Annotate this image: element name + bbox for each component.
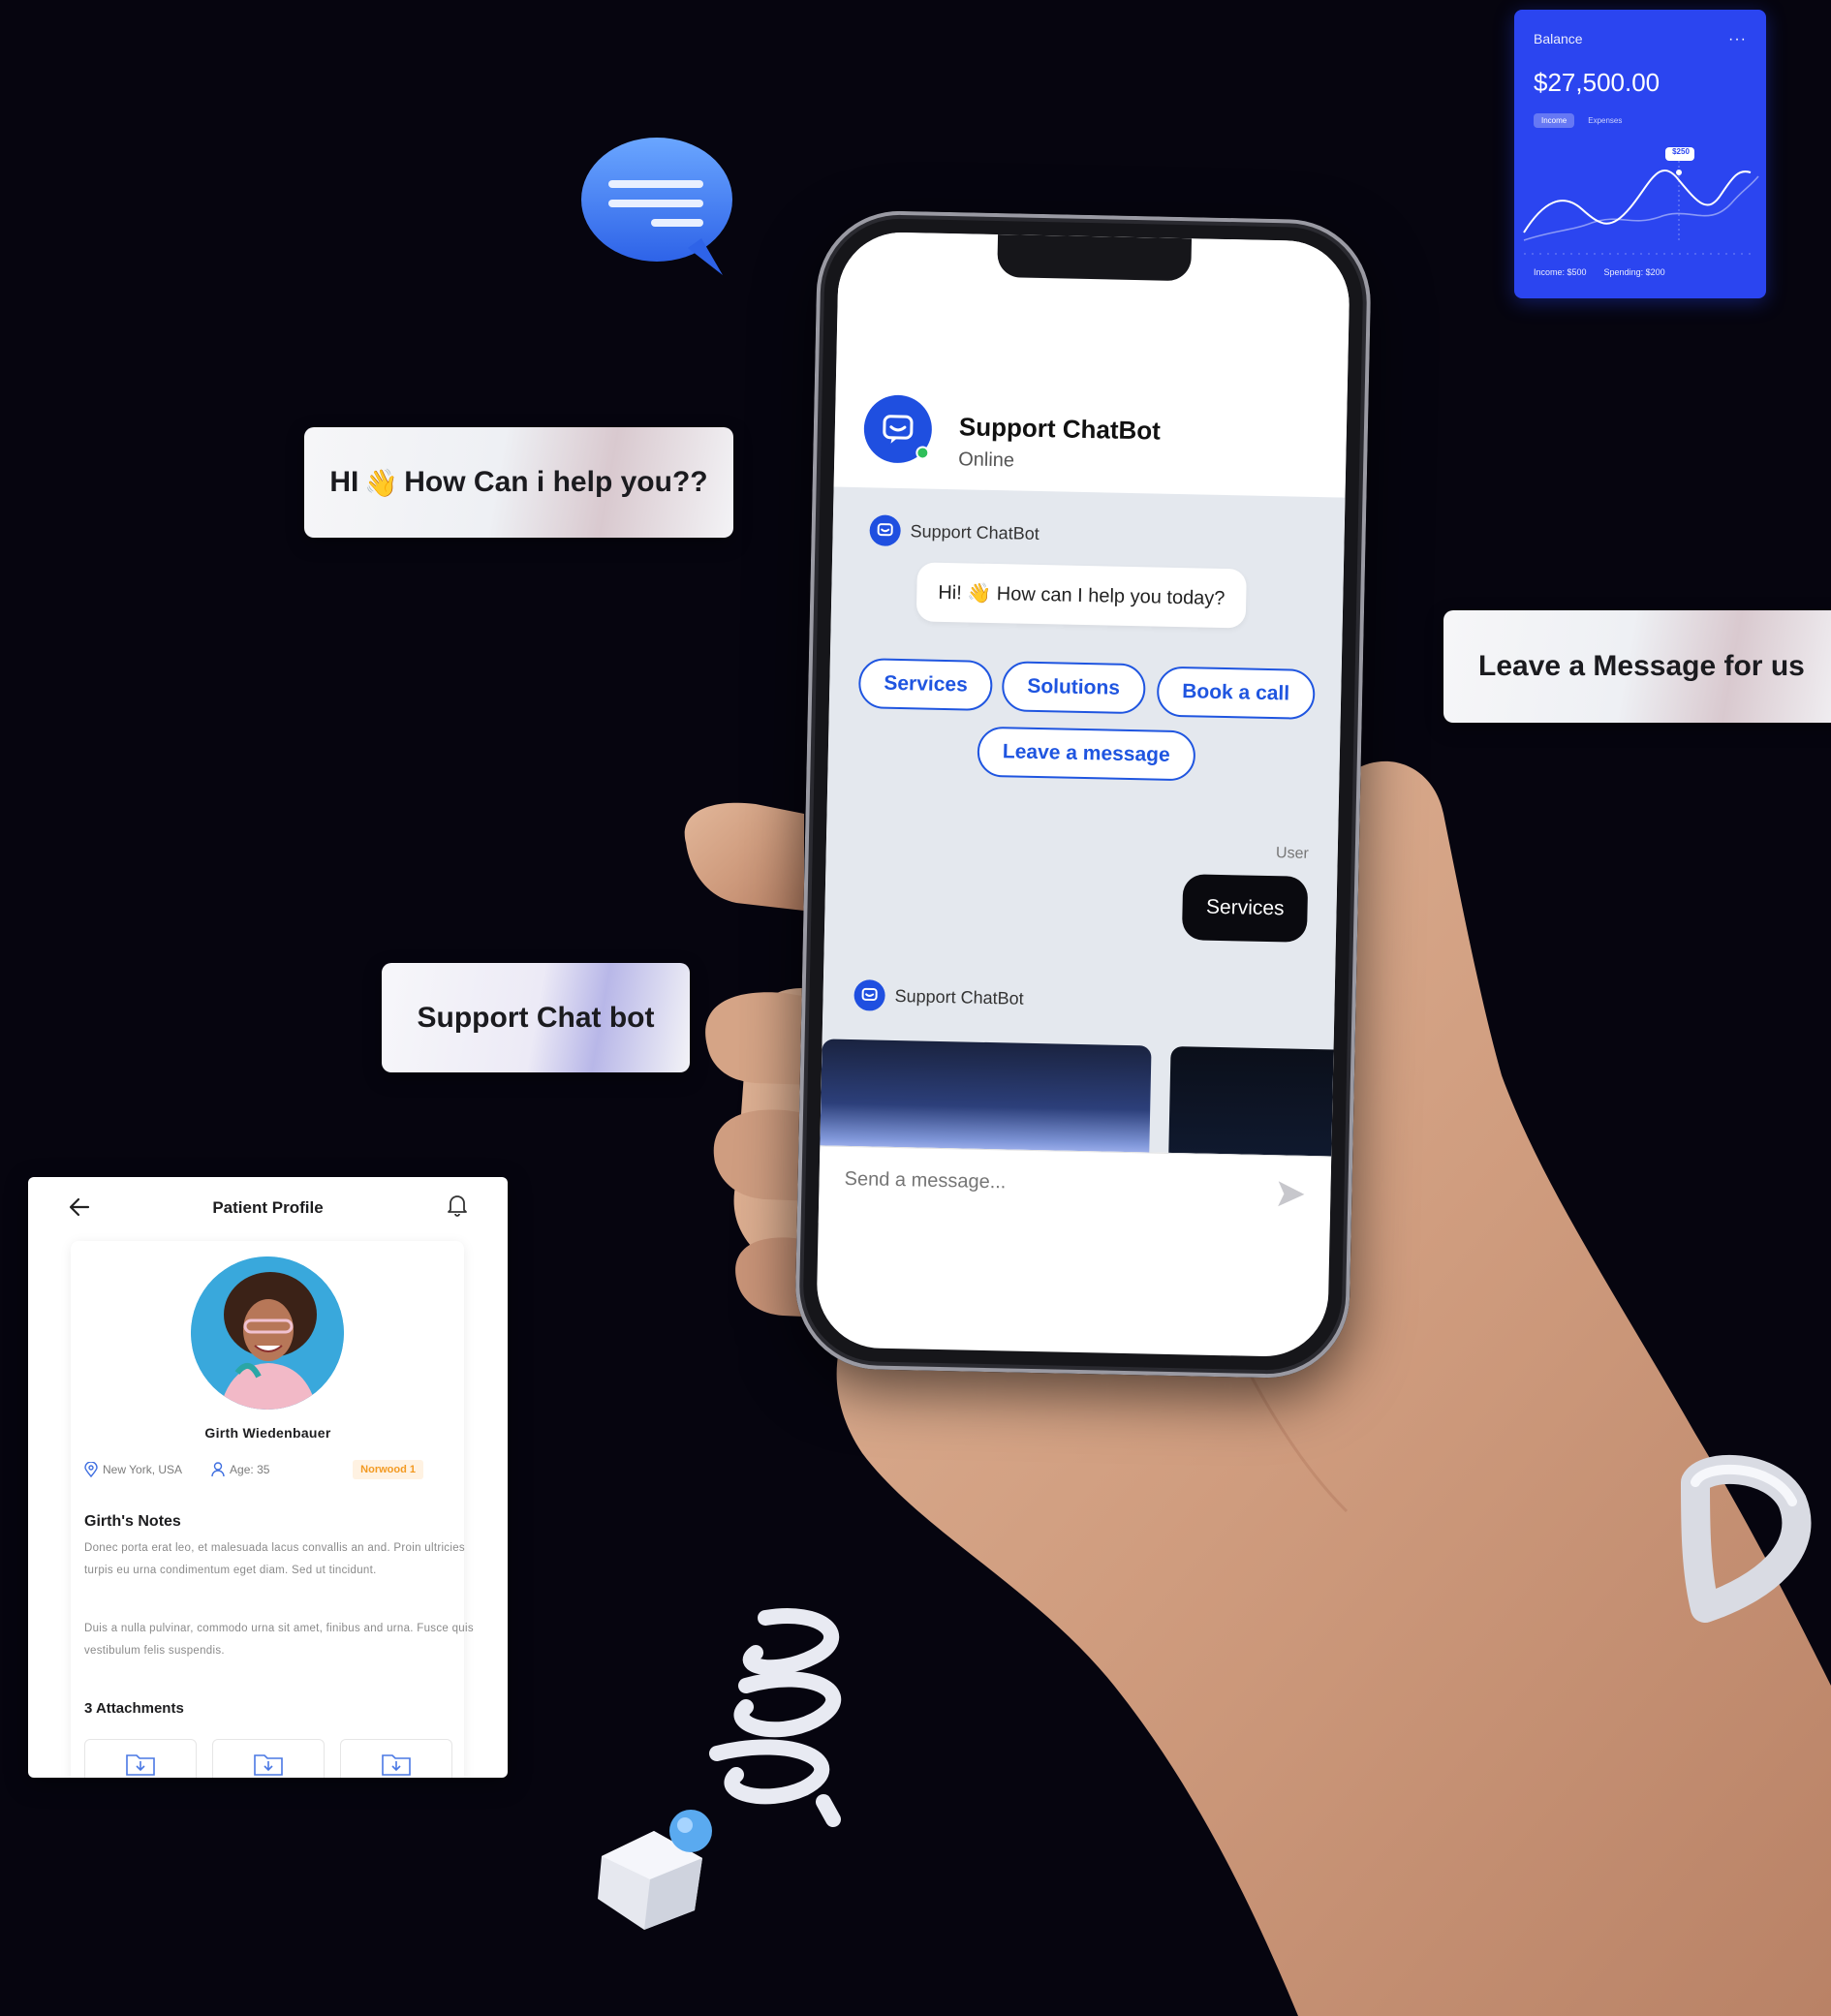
folder-download-icon: [126, 1754, 155, 1776]
tab-income[interactable]: Income: [1534, 113, 1575, 128]
phone-device: Support ChatBot Online Support ChatBot H…: [793, 209, 1373, 1380]
notes-title: Girth's Notes: [84, 1513, 181, 1530]
option-services-button[interactable]: Services: [857, 658, 994, 712]
patient-location: New York, USA: [103, 1463, 183, 1476]
tab-expenses[interactable]: Expenses: [1588, 116, 1622, 125]
bot-name: Support ChatBot: [958, 412, 1162, 446]
balance-card: Balance ··· $27,500.00 Income Expenses $…: [1514, 10, 1766, 298]
person-icon: [211, 1462, 225, 1477]
option-solutions-button[interactable]: Solutions: [1001, 661, 1146, 715]
page-title: Patient Profile: [212, 1198, 324, 1217]
carousel-card-image[interactable]: [820, 1039, 1152, 1157]
bot-sender-label: Support ChatBot: [869, 514, 1040, 549]
send-icon[interactable]: [1274, 1177, 1308, 1211]
folder-download-icon: [254, 1754, 283, 1776]
cube-decoration: [598, 1810, 712, 1930]
balance-menu-icon[interactable]: ···: [1728, 31, 1747, 48]
patient-profile-card: Patient Profile Girth Wiedenbauer New Yo…: [28, 1177, 508, 1778]
balance-tooltip: $250: [1672, 147, 1690, 156]
patient-meta: New York, USA Age: 35 Norwood 1: [84, 1460, 481, 1479]
balance-line-spending: [1523, 175, 1759, 241]
bell-icon[interactable]: [446, 1193, 469, 1218]
bot-sender-name: Support ChatBot: [894, 985, 1024, 1008]
ring-decoration: [1681, 1454, 1812, 1623]
user-message: Services: [1182, 874, 1309, 943]
avatar: [191, 1256, 344, 1410]
folder-download-icon: [382, 1754, 411, 1776]
bot-message: Hi! 👋 How can I help you today?: [916, 562, 1248, 629]
bot-status: Online: [957, 449, 1015, 472]
leave-message-label: Leave a Message for us: [1443, 610, 1831, 723]
balance-amount: $27,500.00: [1534, 68, 1660, 97]
greeting-text: How Can i help you??: [404, 466, 708, 498]
attachment-tile[interactable]: [340, 1739, 452, 1778]
spring-decoration: [709, 1608, 842, 1827]
phone-screen: Support ChatBot Online Support ChatBot H…: [815, 231, 1351, 1358]
user-sender-label: User: [1275, 845, 1309, 862]
bot-sender-name: Support ChatBot: [910, 520, 1040, 543]
balance-tabs: Income Expenses: [1534, 113, 1747, 128]
balance-line-income: [1523, 170, 1752, 233]
option-book-call-button[interactable]: Book a call: [1156, 666, 1316, 720]
message-composer: [818, 1145, 1332, 1234]
status-badge: Norwood 1: [353, 1460, 423, 1479]
location-pin-icon: [84, 1462, 98, 1477]
message-input[interactable]: [844, 1167, 1232, 1199]
attachments-title: 3 Attachments: [84, 1700, 184, 1717]
attachment-tile[interactable]: [84, 1739, 197, 1778]
online-indicator: [916, 446, 930, 460]
notes-paragraph-2: Duis a nulla pulvinar, commodo urna sit …: [84, 1623, 474, 1657]
bot-avatar: [863, 394, 933, 464]
greeting-label: HI 👋 How Can i help you??: [304, 427, 733, 538]
phone-notch: [997, 234, 1193, 282]
attachment-tile[interactable]: [212, 1739, 325, 1778]
carousel-card-image[interactable]: [1168, 1045, 1346, 1157]
bot-icon: [883, 415, 914, 444]
chat-body: Support ChatBot Hi! 👋 How can I help you…: [820, 486, 1346, 1157]
support-chat-bot-label: Support Chat bot: [382, 963, 690, 1072]
balance-title: Balance: [1534, 31, 1583, 47]
chat-bubble-icon: [581, 138, 732, 275]
wave-emoji: 👋: [364, 467, 399, 498]
patient-age: Age: 35: [230, 1463, 270, 1476]
balance-line-chart: [1523, 147, 1759, 255]
bot-sender-label: Support ChatBot: [853, 979, 1024, 1014]
bot-icon: [861, 987, 878, 1002]
balance-income: Income: $500: [1534, 267, 1587, 277]
notes-paragraph-1: Donec porta erat leo, et malesuada lacus…: [84, 1542, 465, 1576]
option-leave-message-button[interactable]: Leave a message: [977, 726, 1196, 782]
patient-name: Girth Wiedenbauer: [204, 1425, 331, 1441]
greeting-prefix: HI: [329, 466, 359, 498]
bot-icon: [877, 523, 893, 537]
balance-spending: Spending: $200: [1603, 267, 1665, 277]
